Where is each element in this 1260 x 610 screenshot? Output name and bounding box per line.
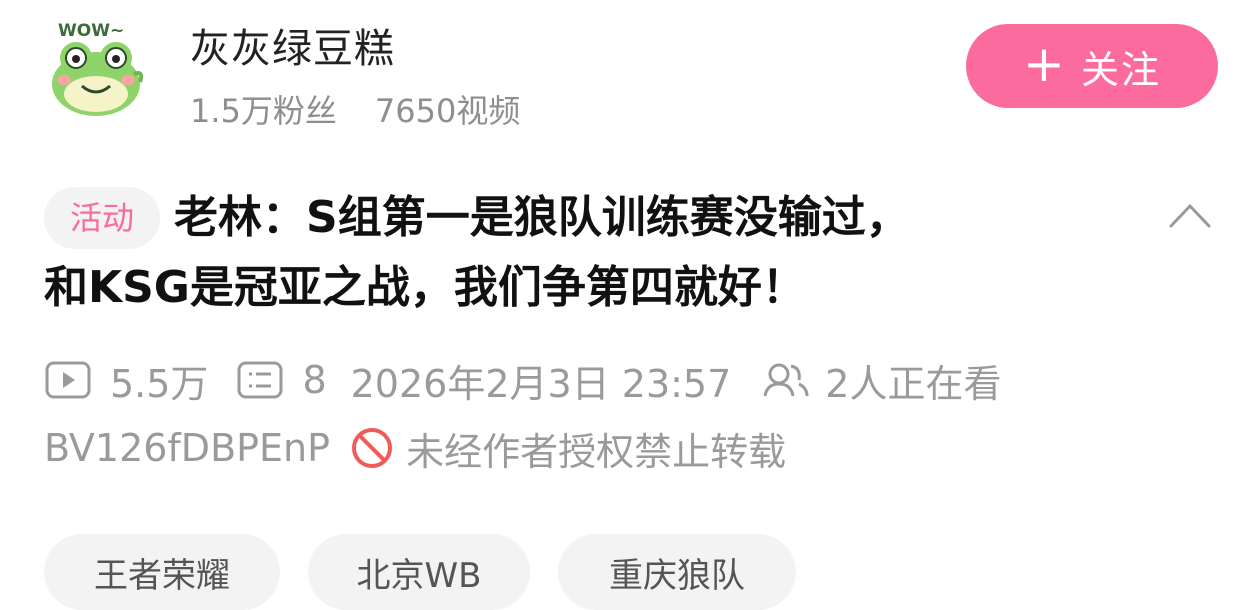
publish-time: 2026年2月3日 23:57	[350, 361, 732, 406]
no-repost-icon	[352, 428, 393, 468]
copyright-notice: 未经作者授权禁止转载	[406, 429, 787, 474]
plus-icon: +	[1023, 35, 1067, 93]
chevron-up-icon[interactable]	[1168, 200, 1212, 230]
play-icon	[45, 361, 91, 399]
fans-count: 1.5万粉丝	[190, 92, 337, 130]
uploader-stats: 1.5万粉丝 7650视频	[190, 86, 520, 132]
avatar-wow-text: WOW~	[58, 21, 124, 41]
activity-tag[interactable]: 活动	[44, 187, 161, 249]
view-count: 5.5万	[110, 361, 209, 406]
tag-chip[interactable]: 王者荣耀	[44, 534, 280, 610]
video-count: 7650视频	[374, 92, 521, 130]
follow-button-label: 关注	[1080, 47, 1161, 92]
tag-chip[interactable]: 北京WB	[308, 534, 530, 610]
bvid[interactable]: BV126fDBPEnP	[44, 426, 330, 470]
watching-count: 2人正在看	[825, 361, 1002, 406]
tag-chip[interactable]: 重庆狼队	[558, 534, 796, 610]
title-line-1: 老林：S组第一是狼队训练赛没输过，	[174, 192, 910, 243]
video-meta-row: 5.5万 8 2026年2月3日 23:57 2人正在看	[44, 352, 1001, 408]
video-id-row: BV126fDBPEnP 未经作者授权禁止转载	[44, 420, 786, 476]
video-title: 活动 老林：S组第一是狼队训练赛没输过， 和KSG是冠亚之战，我们争第四就好！	[44, 183, 1134, 323]
people-icon	[763, 363, 809, 397]
title-line-2: 和KSG是冠亚之战，我们争第四就好！	[44, 262, 806, 313]
follow-button[interactable]: + 关注	[966, 24, 1218, 108]
comment-icon	[237, 361, 283, 399]
uploader-name[interactable]: 灰灰绿豆糕	[190, 16, 395, 74]
uploader-avatar[interactable]: WOW~	[44, 14, 148, 118]
comment-count: 8	[302, 358, 327, 402]
